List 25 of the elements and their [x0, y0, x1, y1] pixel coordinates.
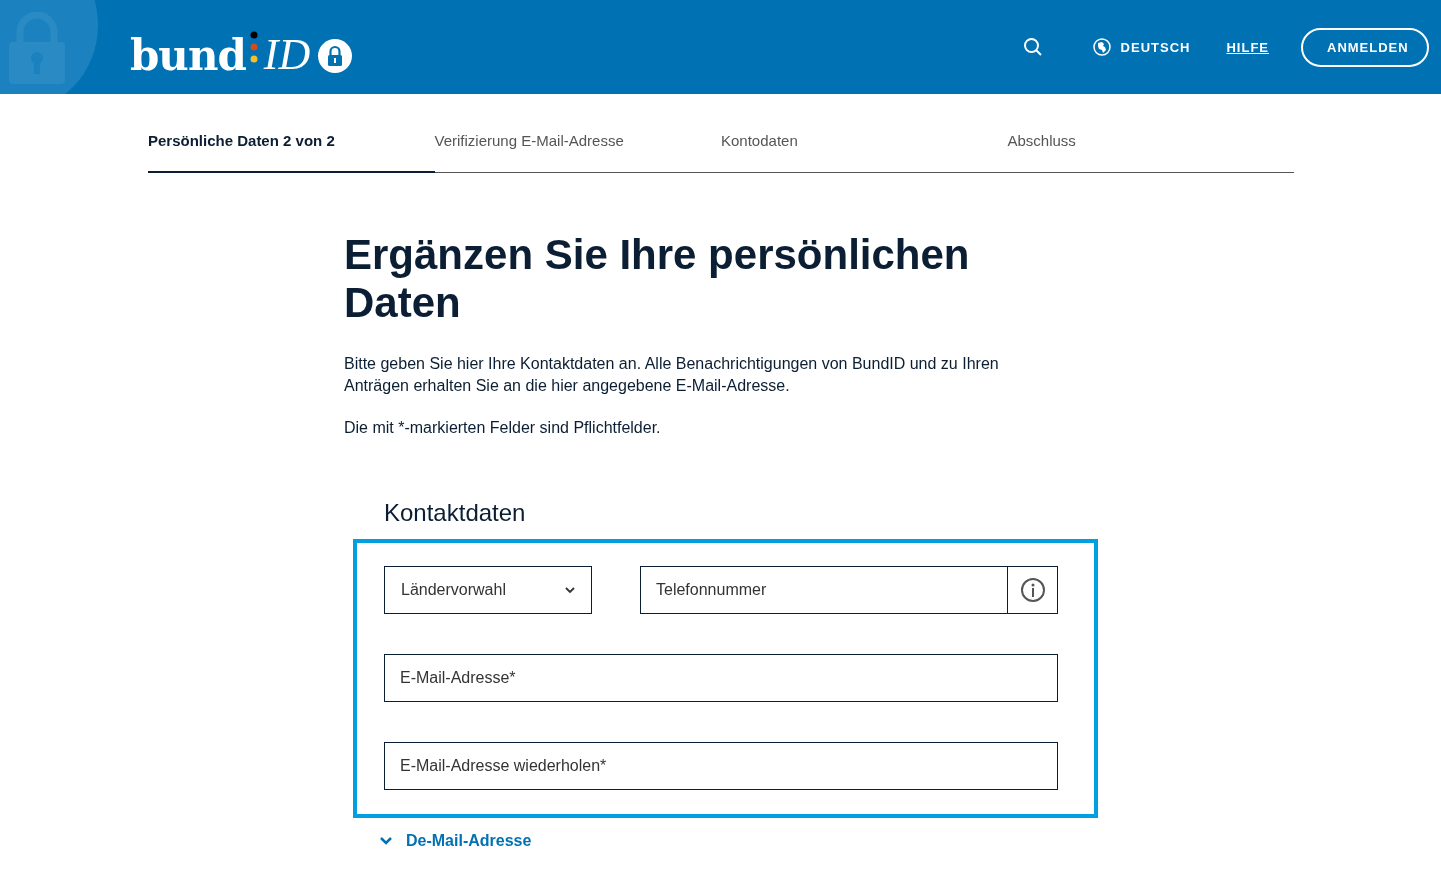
phone-field[interactable]: Telefonnummer — [640, 566, 1008, 614]
page-heading: Ergänzen Sie Ihre persönlichen Daten — [344, 231, 971, 327]
info-button[interactable] — [1008, 566, 1058, 614]
lock-icon — [318, 39, 353, 73]
step-tab[interactable]: Persönliche Daten 2 von 2 — [148, 110, 435, 173]
email-field[interactable]: E-Mail-Adresse wiederholen* — [384, 742, 1058, 790]
step-tab[interactable]: Abschluss — [1007, 110, 1294, 173]
expander-toggle[interactable]: De-Mail-Adresse — [380, 832, 532, 850]
logo-wordmark: bund — [130, 35, 246, 77]
section-title: Kontaktdaten — [384, 499, 527, 527]
dots-icon — [249, 31, 258, 63]
email-field[interactable]: E-Mail-Adresse* — [384, 654, 1058, 702]
info-icon — [1019, 577, 1046, 603]
login-button[interactable]: ANMELDEN — [1301, 27, 1429, 67]
caret-icon — [565, 586, 575, 594]
language-link[interactable]: DEUTSCH — [1120, 39, 1191, 55]
step-tab[interactable]: Kontodaten — [721, 110, 1008, 173]
intro-text: Bitte geben Sie hier Ihre Kontaktdaten an. Alle Benachrichtigungen von BundID und zu Ihren Anträgen erhalten Sie an die hier angegebene E-Mail-Adresse. — [344, 354, 1000, 396]
logo-wordmark-suffix: ID — [263, 33, 311, 77]
globe-icon[interactable] — [1092, 38, 1111, 56]
required-note: Die mit *-markierten Felder sind Pflichtfelder. — [344, 418, 662, 438]
step-tab[interactable]: Verifizierung E-Mail-Adresse — [434, 110, 721, 173]
country-code-select[interactable]: Ländervorwahl — [384, 566, 592, 614]
help-link[interactable]: HILFE — [1226, 39, 1269, 55]
search-icon[interactable] — [1022, 37, 1043, 57]
